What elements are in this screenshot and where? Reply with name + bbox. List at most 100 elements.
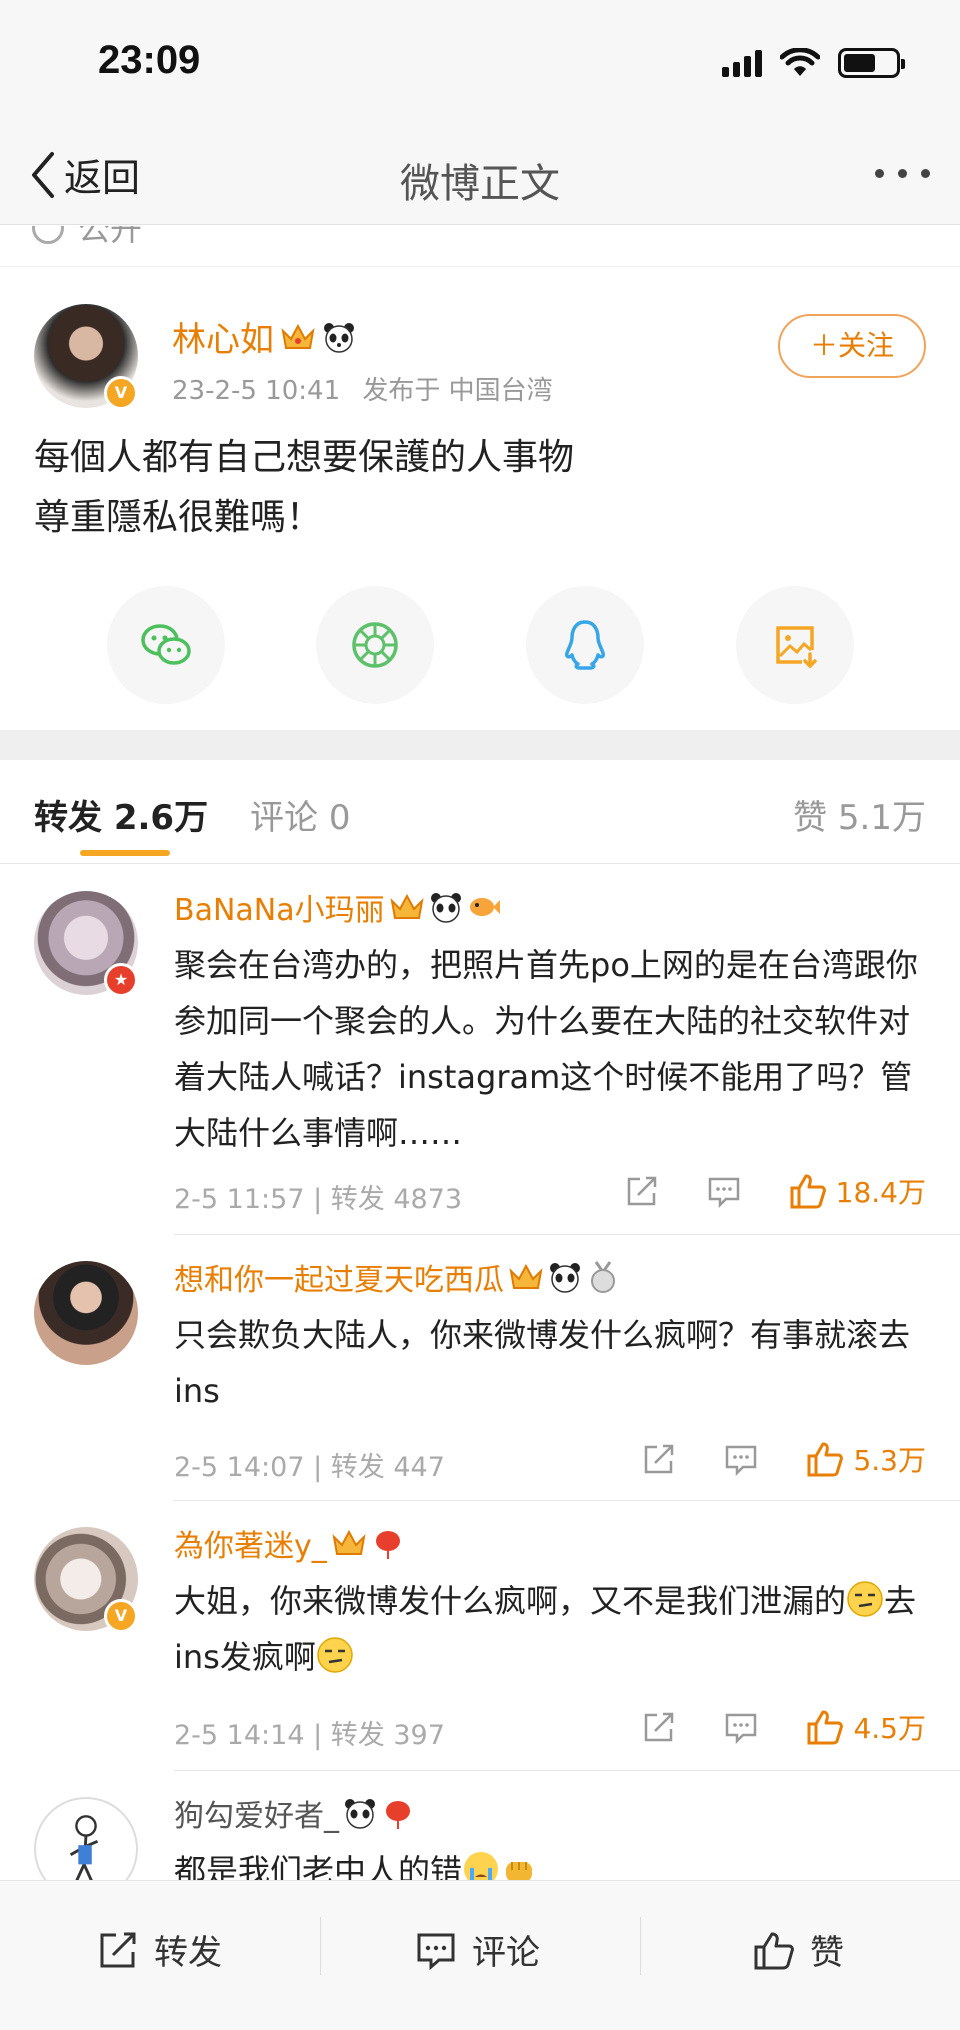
save-image-button[interactable] <box>736 586 854 704</box>
page-title: 微博正文 <box>400 161 560 207</box>
user-avatar[interactable] <box>34 1797 138 1880</box>
repost-text-part: 都是我们老中人的错 <box>174 1852 463 1880</box>
panda-badge-icon <box>345 1799 375 1829</box>
thumbs-up-icon <box>807 1710 844 1745</box>
repost-item: ★ BaNaNa小玛丽 聚会在台湾办的，把照片首先po上网的是在台湾跟你参加同一… <box>0 865 960 1235</box>
interaction-tabs: 转发 2.6万 评论 0 赞 5.1万 <box>0 760 960 864</box>
share-wechat-button[interactable] <box>107 586 225 704</box>
like-count: 4.5万 <box>853 1712 926 1745</box>
panda-badge-icon <box>550 1263 580 1293</box>
repost-username[interactable]: 狗勾爱好者_ <box>174 1791 415 1835</box>
repost-item: 狗勾爱好者_ 都是我们老中人的错 <box>0 1771 960 1880</box>
share-icon[interactable] <box>641 1709 677 1745</box>
moments-icon <box>352 622 398 668</box>
thumbs-up-icon <box>807 1442 844 1477</box>
qq-icon <box>565 620 605 670</box>
verified-badge-icon: V <box>104 1599 138 1633</box>
like-button[interactable]: 18.4万 <box>788 1171 926 1211</box>
visibility-label: 公开 <box>78 226 143 248</box>
comment-icon[interactable] <box>723 1709 759 1745</box>
share-row <box>0 586 960 706</box>
repost-count: 397 <box>393 1720 445 1751</box>
status-bar: 23:09 <box>0 0 960 125</box>
share-icon[interactable] <box>624 1173 660 1209</box>
share-qq-button[interactable] <box>526 586 644 704</box>
globe-icon <box>32 226 64 244</box>
crown-badge-icon <box>509 1263 543 1289</box>
repost-meta: 2-5 14:07 | 转发 447 <box>174 1452 445 1483</box>
more-options-button[interactable] <box>875 169 930 178</box>
repost-actions: 4.5万 <box>641 1707 926 1747</box>
dot-icon <box>875 169 884 178</box>
username-text: 為你著迷y_ <box>174 1529 327 1564</box>
tab-comments[interactable]: 评论 0 <box>250 790 350 839</box>
battery-icon <box>838 48 905 78</box>
follow-button[interactable]: ＋关注 <box>778 314 926 378</box>
weibo-post-page: 23:09 返回 微博正文 公开 V 林心如 23-2-5 10:41 发布于 … <box>0 0 960 2030</box>
post-text-line: 尊重隱私很難嗎！ <box>34 497 323 538</box>
verified-badge-icon: V <box>104 376 138 410</box>
share-icon <box>100 1932 136 1967</box>
like-count: 18.4万 <box>835 1176 926 1209</box>
smirk-emoji-icon <box>317 1637 353 1673</box>
medal-badge-icon <box>591 1261 615 1293</box>
repost-count-label: 转发 <box>330 1184 385 1215</box>
post-text-line: 每個人都有自己想要保護的人事物 <box>34 437 575 478</box>
repost-username[interactable]: BaNaNa小玛丽 <box>174 885 501 929</box>
panda-badge-icon <box>430 893 461 923</box>
thumbs-up-icon <box>754 1932 794 1969</box>
username-text: 想和你一起过夏天吃西瓜 <box>174 1263 504 1298</box>
divider <box>320 1917 321 1975</box>
crying-emoji-icon <box>464 1852 499 1880</box>
repost-meta: 2-5 11:57 | 转发 4873 <box>174 1184 463 1215</box>
divider <box>640 1917 641 1975</box>
bottom-repost-label: 转发 <box>154 1933 222 1973</box>
username-text: 狗勾爱好者_ <box>174 1799 339 1834</box>
crown-badge-icon <box>281 323 315 349</box>
wifi-icon <box>780 48 820 76</box>
repost-text: 聚会在台湾办的，把照片首先po上网的是在台湾跟你参加同一个聚会的人。为什么要在大… <box>174 946 918 1152</box>
member-badge-icon: ★ <box>104 963 138 997</box>
repost-text: 只会欺负大陆人，你来微博发什么疯啊？有事就滚去ins <box>174 1316 911 1410</box>
share-icon[interactable] <box>641 1441 677 1477</box>
user-avatar[interactable] <box>34 1261 138 1365</box>
like-button[interactable]: 5.3万 <box>805 1439 926 1479</box>
status-time: 23:09 <box>98 38 201 82</box>
tab-likes[interactable]: 赞 5.1万 <box>793 790 926 839</box>
tab-likes-count: 5.1万 <box>837 798 926 838</box>
comment-icon[interactable] <box>706 1173 742 1209</box>
comment-icon[interactable] <box>723 1441 759 1477</box>
nav-bar: 返回 微博正文 <box>0 125 960 225</box>
repost-text: 大姐，你来微博发什么疯啊，又不是我们泄漏的 去ins发疯啊 <box>174 1573 934 1685</box>
repost-count-label: 转发 <box>330 1720 385 1751</box>
tab-reposts[interactable]: 转发 2.6万 <box>34 790 208 839</box>
repost-count: 4873 <box>393 1184 463 1215</box>
repost-username[interactable]: 為你著迷y_ <box>174 1521 405 1565</box>
fist-emoji-icon <box>506 1862 533 1880</box>
repost-time: 2-5 14:14 <box>174 1720 305 1751</box>
username-text: BaNaNa小玛丽 <box>174 893 385 928</box>
tab-reposts-count: 2.6万 <box>113 798 209 838</box>
tab-comments-count: 0 <box>328 798 351 838</box>
lantern-badge-icon <box>386 1801 410 1829</box>
author-name[interactable]: 林心如 <box>172 312 356 361</box>
bottom-like-button[interactable]: 赞 <box>752 1925 844 1974</box>
repost-item: V 為你著迷y_ 大姐，你来微博发什么疯啊，又不是我们泄漏的 去ins发疯啊 2… <box>0 1501 960 1771</box>
thumbs-up-icon <box>790 1174 826 1209</box>
repost-count: 447 <box>393 1452 445 1483</box>
fish-badge-icon <box>469 898 500 916</box>
repost-count-label: 转发 <box>330 1452 385 1483</box>
bottom-comment-button[interactable]: 评论 <box>414 1925 540 1974</box>
share-moments-button[interactable] <box>316 586 434 704</box>
repost-username[interactable]: 想和你一起过夏天吃西瓜 <box>174 1255 620 1299</box>
smirk-emoji-icon <box>847 1581 883 1617</box>
bottom-comment-label: 评论 <box>472 1933 540 1973</box>
tab-reposts-label: 转发 <box>34 798 102 838</box>
repost-actions: 5.3万 <box>641 1439 926 1479</box>
post-card: V 林心如 23-2-5 10:41 发布于 中国台湾 ＋关注 每個人都有自己想… <box>0 268 960 730</box>
author-name-text: 林心如 <box>172 320 274 360</box>
bottom-repost-button[interactable]: 转发 <box>96 1925 222 1974</box>
post-time: 23-2-5 10:41 <box>172 376 341 406</box>
active-tab-indicator <box>80 850 170 856</box>
like-button[interactable]: 4.5万 <box>805 1707 926 1747</box>
